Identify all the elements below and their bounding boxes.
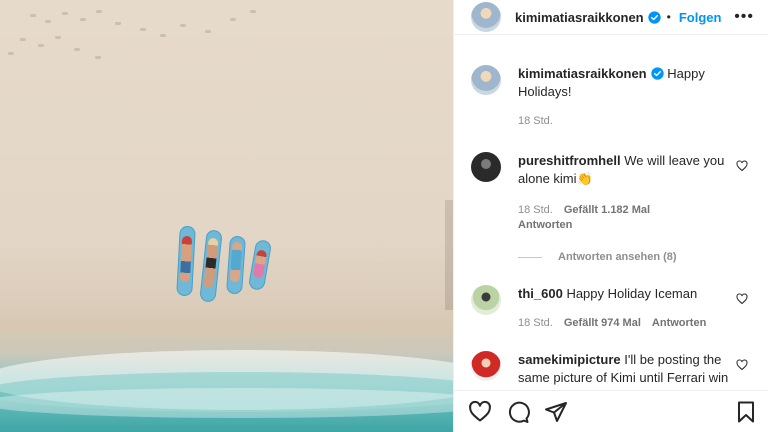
post-sidebar: kimimatiasraikkonen • Folgen ••• kimimat…	[453, 0, 768, 432]
comment-item: thi_600 Happy Holiday Iceman 18 Std. Gef…	[471, 285, 754, 329]
thread-line	[518, 256, 542, 258]
verified-badge-icon	[650, 67, 664, 80]
comment-text-line: samekimipicture I'll be posting the same…	[518, 351, 732, 390]
share-icon[interactable]	[544, 400, 568, 424]
follow-button[interactable]: Folgen	[679, 10, 722, 25]
comment-icon[interactable]	[506, 400, 530, 424]
comment-time[interactable]: 18 Std.	[518, 204, 553, 216]
shadow-strip	[445, 200, 453, 310]
post-header: kimimatiasraikkonen • Folgen •••	[454, 0, 768, 35]
comment-likes[interactable]: Gefällt 1.182 Mal	[564, 204, 650, 216]
comment-avatar[interactable]	[471, 152, 501, 182]
caption-avatar[interactable]	[471, 65, 501, 95]
comment-username[interactable]: samekimipicture	[518, 352, 621, 367]
comment-item: samekimipicture I'll be posting the same…	[471, 351, 754, 390]
verified-badge-icon	[647, 10, 661, 24]
reply-button[interactable]: Antworten	[518, 219, 732, 231]
author-username[interactable]: kimimatiasraikkonen	[515, 10, 644, 25]
comment-likes[interactable]: Gefällt 974 Mal	[564, 317, 641, 329]
reply-button[interactable]: Antworten	[652, 317, 706, 329]
comment-text-line: pureshitfromhell We will leave you alone…	[518, 152, 732, 188]
caption-username[interactable]: kimimatiasraikkonen	[518, 66, 647, 81]
comment-time[interactable]: 18 Std.	[518, 317, 553, 329]
post-actions-bar	[454, 390, 768, 432]
heart-icon[interactable]	[468, 400, 492, 424]
comment-text-line: thi_600 Happy Holiday Iceman	[518, 285, 732, 303]
comment-text: Happy Holiday Iceman	[566, 286, 698, 301]
like-comment-heart-icon[interactable]	[736, 160, 748, 172]
instagram-post-view: kimimatiasraikkonen • Folgen ••• kimimat…	[0, 0, 768, 432]
header-separator: •	[666, 10, 671, 24]
view-replies-label: Antworten ansehen (8)	[558, 251, 677, 263]
bookmark-icon[interactable]	[734, 400, 758, 424]
comment-avatar[interactable]	[471, 285, 501, 315]
comment-username[interactable]: thi_600	[518, 286, 563, 301]
caption-time[interactable]: 18 Std.	[518, 115, 553, 127]
like-comment-heart-icon[interactable]	[736, 293, 748, 305]
comment-username[interactable]: pureshitfromhell	[518, 153, 621, 168]
wave-foam-3	[0, 388, 453, 418]
comment-item: pureshitfromhell We will leave you alone…	[471, 152, 754, 231]
like-comment-heart-icon[interactable]	[736, 359, 748, 371]
comment-avatar[interactable]	[471, 351, 501, 381]
more-icon[interactable]: •••	[734, 8, 754, 26]
view-replies-button[interactable]: Antworten ansehen (8)	[518, 251, 754, 263]
author-avatar[interactable]	[471, 2, 501, 32]
caption: kimimatiasraikkonen Happy Holidays! 18 S…	[471, 65, 754, 127]
post-photo[interactable]	[0, 0, 453, 432]
caption-text-line: kimimatiasraikkonen Happy Holidays!	[518, 65, 732, 101]
comments-list[interactable]: kimimatiasraikkonen Happy Holidays! 18 S…	[454, 35, 768, 390]
